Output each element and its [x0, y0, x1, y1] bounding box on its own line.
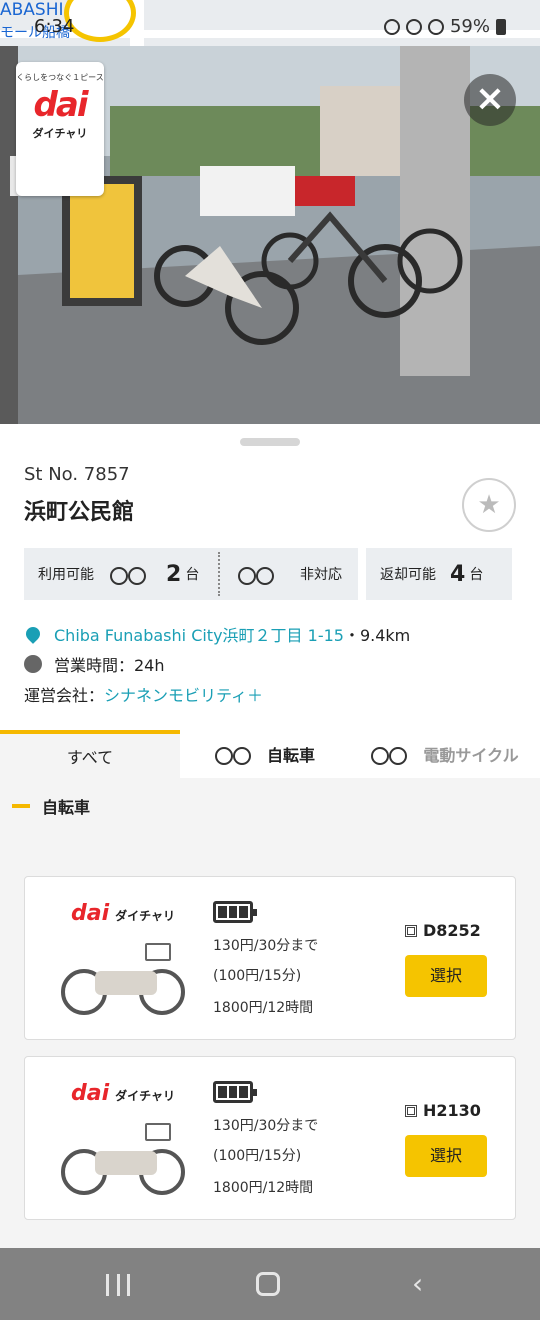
- station-sheet: St No. 7857 浜町公民館 ★ 利用可能 2 台 非対応 返却可能 4 …: [0, 424, 540, 778]
- price-extra: (100円/15分): [213, 968, 302, 984]
- wifi-icon: [427, 18, 444, 35]
- bike-code: H2130: [405, 1101, 481, 1120]
- system-nav-bar: ‹: [0, 1248, 540, 1320]
- bike-code: D8252: [405, 921, 481, 940]
- section-title-text: 自転車: [42, 798, 91, 817]
- available-unit: 台: [185, 567, 200, 583]
- bike-code-text: H2130: [423, 1101, 481, 1120]
- price-extra: (100円/15分): [213, 1148, 302, 1164]
- opening-hours: 営業時間：24h: [54, 656, 165, 675]
- station-photo: くらしをつなぐ１ピース dai ダイチャリ ×: [0, 46, 540, 424]
- bicycle-icon: [214, 743, 251, 765]
- status-icons: 59%: [383, 16, 506, 37]
- section-title: 自転車: [12, 794, 90, 818]
- drag-handle[interactable]: [240, 438, 300, 446]
- logo-name: ダイチャリ: [32, 127, 88, 140]
- select-button[interactable]: 選択: [405, 1135, 487, 1177]
- logo-mark: dai: [33, 85, 89, 125]
- price-daily: 1800円/12時間: [213, 1000, 314, 1016]
- address-row: Chiba Funabashi City浜町２丁目 1-15 ・9.4km: [23, 622, 411, 646]
- bike-card[interactable]: dai ダイチャリ 130円/30分まで (100円/15分) 1800円/12時…: [24, 876, 516, 1040]
- status-time: 6:34: [34, 16, 75, 37]
- recent-apps-icon[interactable]: [106, 1274, 130, 1296]
- station-number: St No. 7857: [24, 464, 130, 485]
- electric-bike-icon: [238, 563, 274, 585]
- tab-bicycle[interactable]: 自転車: [180, 730, 350, 778]
- back-icon[interactable]: ‹: [412, 1270, 423, 1298]
- brand-name: ダイチャリ: [115, 1089, 176, 1103]
- address-link[interactable]: Chiba Funabashi City浜町２丁目 1-15: [54, 622, 344, 646]
- section-bar: [12, 804, 30, 808]
- qr-icon: [405, 1104, 417, 1117]
- tab-electric-label: 電動サイクル: [423, 746, 519, 765]
- bike-card[interactable]: dai ダイチャリ 130円/30分まで (100円/15分) 1800円/12時…: [24, 1056, 516, 1220]
- location-pin-icon: [23, 624, 43, 644]
- bike-code-text: D8252: [423, 921, 481, 940]
- bike-brand: dai ダイチャリ: [71, 1081, 175, 1106]
- brand-mark: dai: [71, 1081, 110, 1106]
- brand-mark: dai: [71, 901, 110, 926]
- bicycle-icon: [110, 563, 146, 585]
- logo-tagline: くらしをつなぐ１ピース: [16, 73, 104, 82]
- electric-support: 非対応: [220, 548, 358, 600]
- battery-percent: 59%: [449, 16, 490, 37]
- home-icon[interactable]: [256, 1272, 280, 1296]
- brand-name: ダイチャリ: [115, 909, 176, 923]
- operator-label: 運営会社：: [24, 686, 105, 705]
- return-unit: 台: [469, 567, 484, 583]
- price-rate: 130円/30分まで: [213, 1118, 319, 1134]
- select-button[interactable]: 選択: [405, 955, 487, 997]
- vehicle-tabs: すべて 自転車 電動サイクル: [0, 730, 540, 778]
- availability-stats: 利用可能 2 台 非対応 返却可能 4 台: [24, 548, 516, 600]
- bike-image: [61, 1123, 185, 1195]
- battery-icon: [496, 18, 506, 35]
- distance: ・9.4km: [343, 626, 411, 645]
- available-label: 利用可能: [38, 567, 94, 583]
- return-label: 返却可能: [380, 567, 436, 583]
- price-rate: 130円/30分まで: [213, 938, 319, 954]
- available-count: 2: [166, 561, 182, 587]
- bike-brand: dai ダイチャリ: [71, 901, 175, 926]
- price-daily: 1800円/12時間: [213, 1180, 314, 1196]
- favorite-star-icon[interactable]: ★: [462, 478, 516, 532]
- battery-level-icon: [213, 1081, 257, 1103]
- hours-row: 営業時間：24h: [24, 652, 165, 676]
- return-slots: 返却可能 4 台: [366, 548, 512, 600]
- dai-logo: くらしをつなぐ１ピース dai ダイチャリ: [16, 62, 104, 196]
- tab-bicycle-label: 自転車: [266, 746, 315, 765]
- available-bikes: 利用可能 2 台: [24, 548, 220, 600]
- tab-all[interactable]: すべて: [0, 730, 180, 778]
- status-bar: ABASHI モール船橋 6:34 59%: [0, 0, 540, 48]
- tab-all-label: すべて: [66, 748, 114, 767]
- battery-level-icon: [213, 901, 257, 923]
- alarm-icon: [383, 18, 400, 35]
- bike-image: [61, 943, 185, 1015]
- close-icon[interactable]: ×: [464, 74, 516, 126]
- qr-icon: [405, 924, 417, 937]
- electric-label: 非対応: [300, 567, 342, 583]
- electric-bike-icon: [371, 743, 408, 765]
- station-name: 浜町公民館: [24, 500, 135, 525]
- operator-row: 運営会社： シナネンモビリティ＋: [24, 682, 263, 706]
- location-icon: [405, 18, 422, 35]
- tab-electric-cycle[interactable]: 電動サイクル: [350, 730, 540, 778]
- return-count: 4: [450, 561, 466, 587]
- operator-link[interactable]: シナネンモビリティ＋: [104, 682, 263, 706]
- clock-icon: [24, 655, 42, 673]
